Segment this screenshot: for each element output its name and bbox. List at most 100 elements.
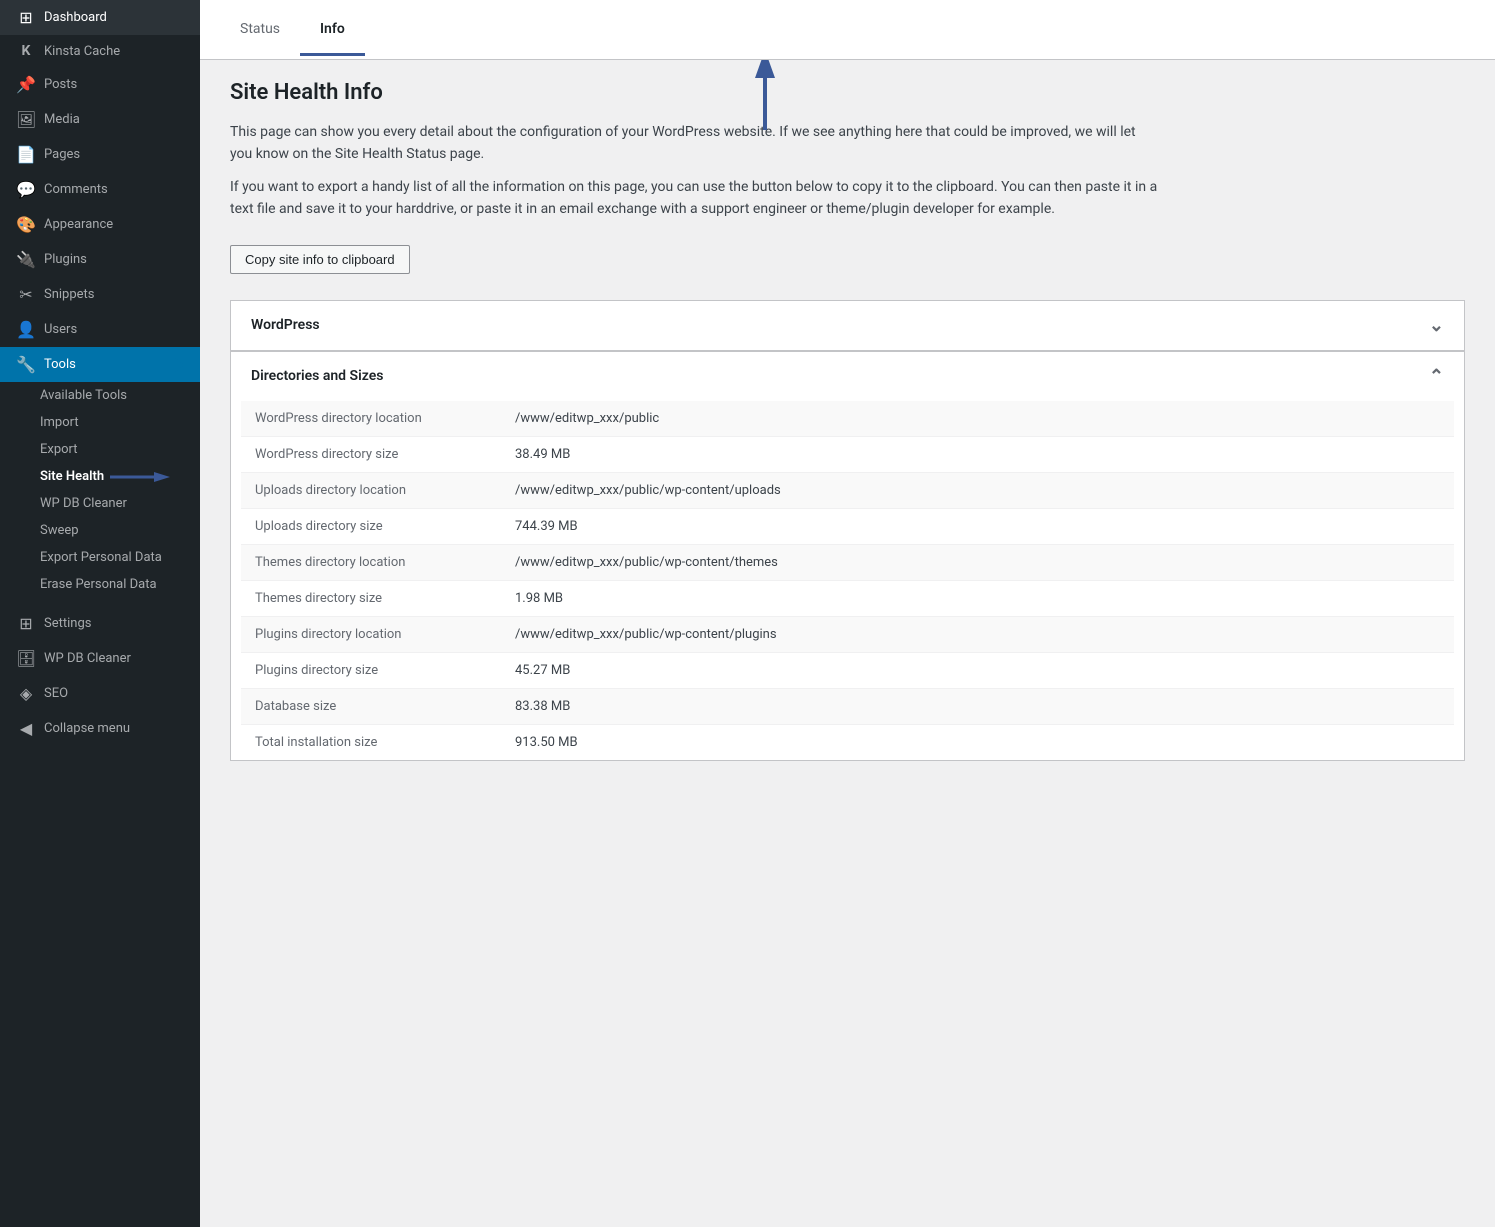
sidebar-item-settings[interactable]: ⊞ Settings	[0, 606, 200, 641]
table-cell-value: 83.38 MB	[501, 688, 1454, 724]
table-cell-label: WordPress directory location	[241, 401, 501, 437]
sidebar-item-appearance[interactable]: 🎨 Appearance	[0, 207, 200, 242]
sidebar-label-snippets: Snippets	[44, 287, 184, 302]
table-cell-value: /www/editwp_xxx/public/wp-content/plugin…	[501, 616, 1454, 652]
sidebar-item-tools[interactable]: 🔧 Tools	[0, 347, 200, 382]
submenu-export[interactable]: Export	[0, 436, 200, 463]
sidebar-label-media: Media	[44, 112, 184, 127]
table-cell-label: WordPress directory size	[241, 436, 501, 472]
snippets-icon: ✂	[16, 285, 36, 304]
sidebar-item-dashboard[interactable]: ⊞ Dashboard	[0, 0, 200, 35]
tools-active-arrow	[174, 357, 184, 373]
page-title: Site Health Info	[230, 80, 1465, 105]
submenu-export-personal-data[interactable]: Export Personal Data	[0, 544, 200, 571]
sidebar-label-plugins: Plugins	[44, 252, 184, 267]
directories-table: WordPress directory location /www/editwp…	[241, 401, 1454, 760]
tabs-bar: Status Info	[200, 0, 1495, 60]
table-row: Total installation size 913.50 MB	[241, 724, 1454, 760]
table-row: Themes directory location /www/editwp_xx…	[241, 544, 1454, 580]
tab-info[interactable]: Info	[300, 5, 365, 56]
sidebar-item-comments[interactable]: 💬 Comments	[0, 172, 200, 207]
sidebar-item-snippets[interactable]: ✂ Snippets	[0, 277, 200, 312]
posts-icon: 📌	[16, 75, 36, 94]
accordion-directories-header[interactable]: Directories and Sizes ⌃	[231, 351, 1464, 401]
sidebar-item-posts[interactable]: 📌 Posts	[0, 67, 200, 102]
sidebar-label-posts: Posts	[44, 77, 184, 92]
arrow-up-annotation	[755, 60, 775, 130]
seo-icon: ◈	[16, 684, 36, 703]
accordion-wordpress-title: WordPress	[251, 317, 320, 333]
table-cell-label: Uploads directory location	[241, 472, 501, 508]
main-content: Status Info Site Health Info This page c…	[200, 0, 1495, 1227]
sidebar-item-plugins[interactable]: 🔌 Plugins	[0, 242, 200, 277]
sidebar-item-seo[interactable]: ◈ SEO	[0, 676, 200, 711]
sidebar-label-pages: Pages	[44, 147, 184, 162]
table-cell-label: Themes directory size	[241, 580, 501, 616]
table-cell-label: Total installation size	[241, 724, 501, 760]
content-area: Site Health Info This page can show you …	[200, 60, 1495, 1227]
table-cell-value: 913.50 MB	[501, 724, 1454, 760]
pages-icon: 📄	[16, 145, 36, 164]
sidebar-item-media[interactable]: 🖼 Media	[0, 102, 200, 137]
chevron-up-icon: ⌃	[1429, 366, 1444, 387]
tools-icon: 🔧	[16, 355, 36, 374]
appearance-icon: 🎨	[16, 215, 36, 234]
accordion-directories-title: Directories and Sizes	[251, 368, 383, 384]
collapse-icon: ◀	[16, 719, 36, 738]
site-health-label: Site Health	[40, 469, 104, 484]
table-cell-label: Themes directory location	[241, 544, 501, 580]
table-row: Plugins directory location /www/editwp_x…	[241, 616, 1454, 652]
arrow-up-icon	[755, 60, 775, 130]
sidebar-item-wp-db-cleaner-main[interactable]: 🗄 WP DB Cleaner	[0, 641, 200, 676]
sidebar-item-kinsta-cache[interactable]: K Kinsta Cache	[0, 35, 200, 67]
table-cell-label: Plugins directory size	[241, 652, 501, 688]
arrow-right-icon	[110, 470, 170, 484]
table-cell-value: 38.49 MB	[501, 436, 1454, 472]
page-header: Site Health Info This page can show you …	[200, 60, 1495, 284]
sidebar-label-collapse: Collapse menu	[44, 721, 184, 736]
table-row: Database size 83.38 MB	[241, 688, 1454, 724]
submenu-sweep[interactable]: Sweep	[0, 517, 200, 544]
sidebar-label-kinsta: Kinsta Cache	[44, 44, 184, 59]
users-icon: 👤	[16, 320, 36, 339]
table-row: Uploads directory location /www/editwp_x…	[241, 472, 1454, 508]
sidebar-label-tools: Tools	[44, 357, 166, 372]
sidebar-item-collapse[interactable]: ◀ Collapse menu	[0, 711, 200, 746]
media-icon: 🖼	[16, 110, 36, 129]
accordion-wordpress-header[interactable]: WordPress ⌄	[231, 301, 1464, 350]
accordion-wordpress: WordPress ⌄	[230, 300, 1465, 351]
submenu-site-health[interactable]: Site Health	[0, 463, 200, 490]
sidebar-item-users[interactable]: 👤 Users	[0, 312, 200, 347]
tab-status[interactable]: Status	[220, 5, 300, 56]
bottom-spacer	[200, 761, 1495, 791]
submenu-erase-personal-data[interactable]: Erase Personal Data	[0, 571, 200, 598]
sidebar: ⊞ Dashboard K Kinsta Cache 📌 Posts 🖼 Med…	[0, 0, 200, 1227]
table-cell-label: Database size	[241, 688, 501, 724]
sidebar-label-seo: SEO	[44, 686, 184, 701]
sidebar-label-settings: Settings	[44, 616, 184, 631]
table-cell-value: /www/editwp_xxx/public/wp-content/upload…	[501, 472, 1454, 508]
site-health-arrow-indicator	[110, 470, 170, 484]
submenu-available-tools[interactable]: Available Tools	[0, 382, 200, 409]
page-description-2: If you want to export a handy list of al…	[230, 176, 1160, 221]
page-description-1: This page can show you every detail abou…	[230, 121, 1160, 166]
copy-site-info-button[interactable]: Copy site info to clipboard	[230, 245, 410, 274]
sidebar-label-comments: Comments	[44, 182, 184, 197]
table-cell-value: /www/editwp_xxx/public/wp-content/themes	[501, 544, 1454, 580]
kinsta-icon: K	[16, 43, 36, 59]
comments-icon: 💬	[16, 180, 36, 199]
table-row: WordPress directory location /www/editwp…	[241, 401, 1454, 437]
wp-db-cleaner-icon: 🗄	[16, 649, 36, 668]
submenu-import[interactable]: Import	[0, 409, 200, 436]
sidebar-label-dashboard: Dashboard	[44, 10, 184, 25]
chevron-down-icon: ⌄	[1429, 315, 1444, 336]
sidebar-label-users: Users	[44, 322, 184, 337]
table-cell-value: /www/editwp_xxx/public	[501, 401, 1454, 437]
table-cell-value: 1.98 MB	[501, 580, 1454, 616]
plugins-icon: 🔌	[16, 250, 36, 269]
table-row: WordPress directory size 38.49 MB	[241, 436, 1454, 472]
table-row: Plugins directory size 45.27 MB	[241, 652, 1454, 688]
submenu-wp-db-cleaner[interactable]: WP DB Cleaner	[0, 490, 200, 517]
sidebar-item-pages[interactable]: 📄 Pages	[0, 137, 200, 172]
sidebar-label-wp-db: WP DB Cleaner	[44, 651, 184, 666]
